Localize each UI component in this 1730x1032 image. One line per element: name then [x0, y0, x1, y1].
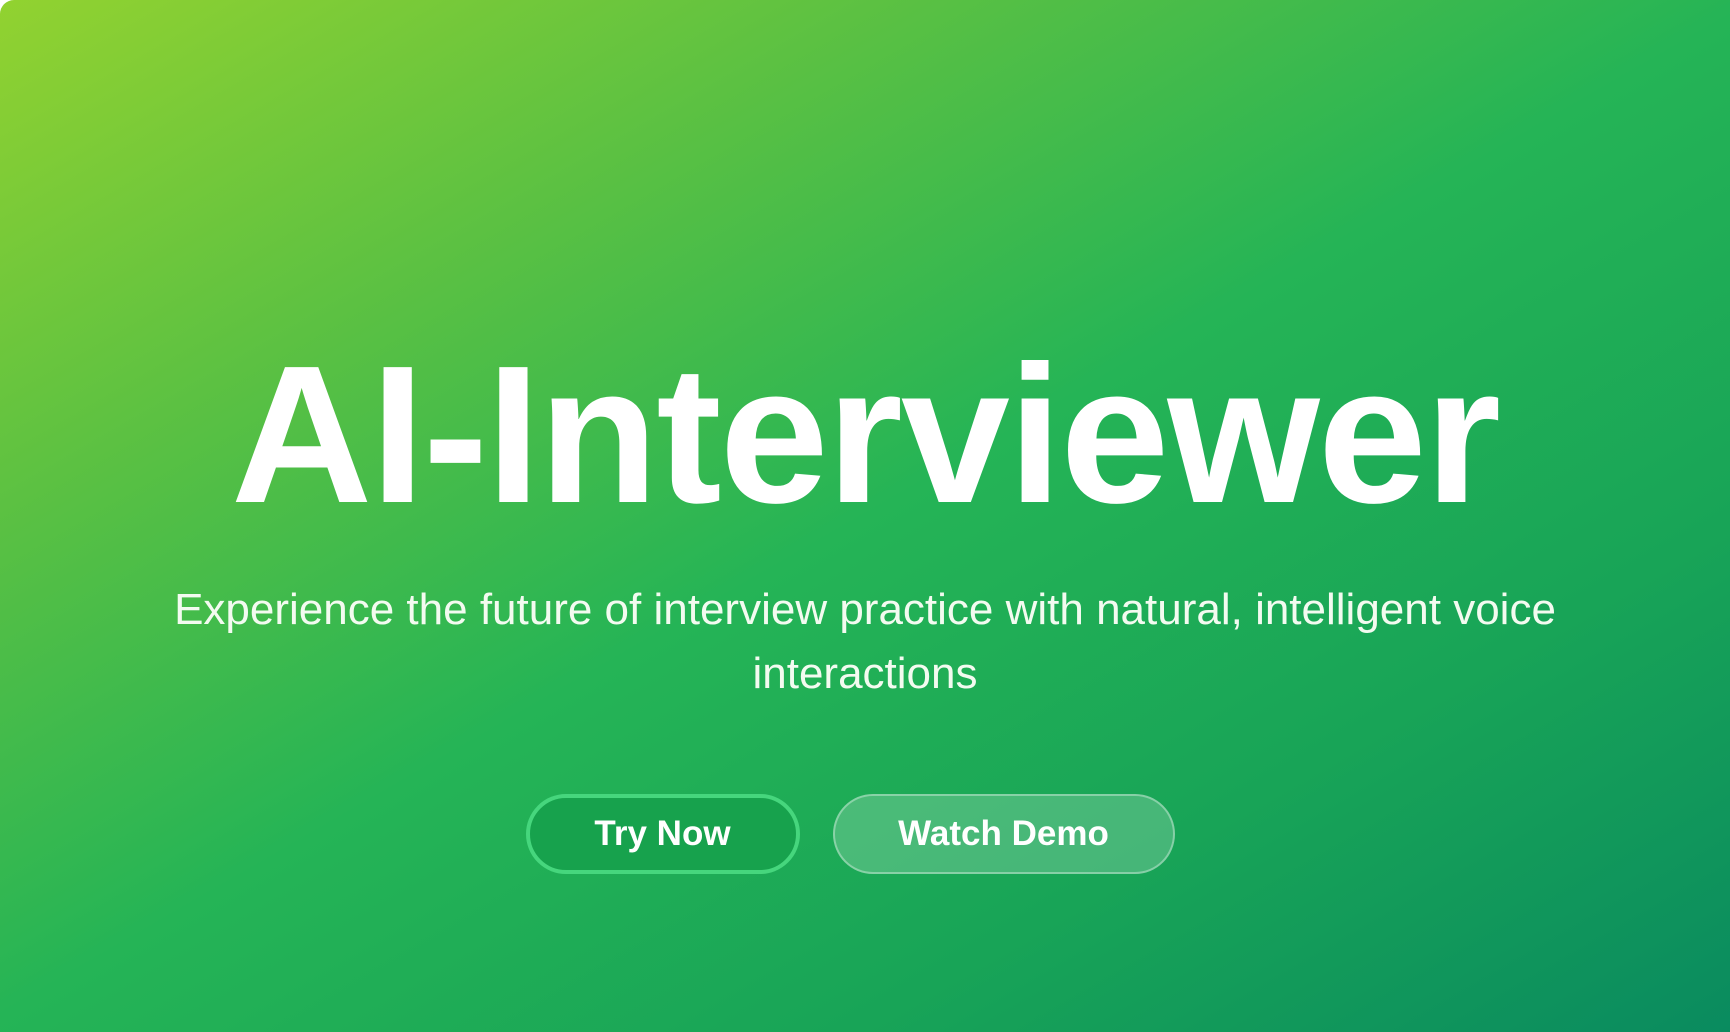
watch-demo-button[interactable]: Watch Demo [832, 794, 1175, 874]
hero-section: AI-Interviewer Experience the future of … [0, 0, 1730, 1032]
hero-buttons: Try Now Watch Demo [0, 794, 1730, 874]
hero-title: AI-Interviewer [230, 325, 1501, 544]
hero-subtitle: Experience the future of interview pract… [174, 585, 1556, 698]
try-now-button[interactable]: Try Now [525, 794, 800, 874]
